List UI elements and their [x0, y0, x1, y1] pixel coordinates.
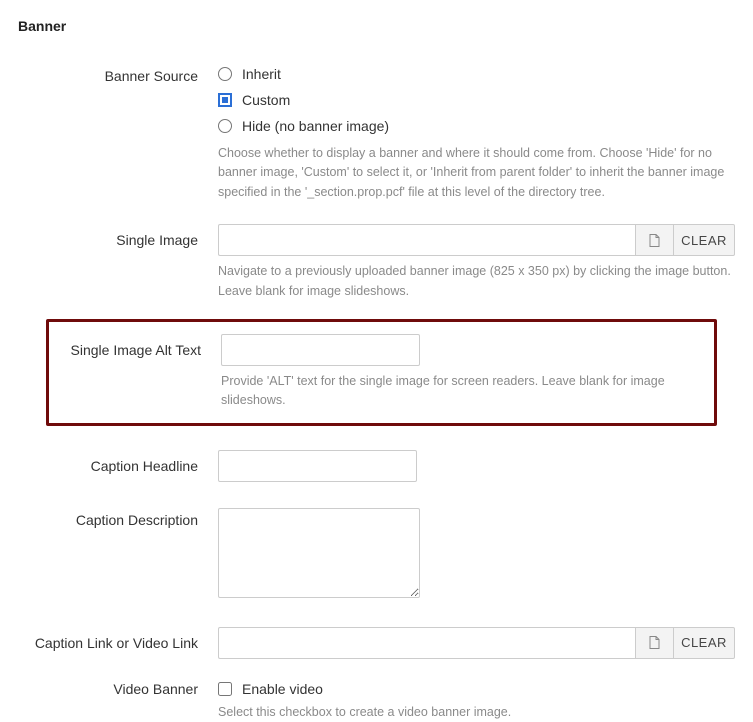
caption-link-input[interactable] — [218, 627, 635, 659]
field-banner-source: Inherit Custom Hide (no banner image) Ch… — [218, 66, 735, 202]
radio-custom-label: Custom — [242, 92, 290, 108]
row-caption-description: Caption Description — [18, 508, 735, 601]
highlight-single-image-alt: Single Image Alt Text Provide 'ALT' text… — [46, 319, 717, 426]
radio-custom[interactable] — [218, 93, 232, 107]
video-banner-check-row: Enable video — [218, 681, 735, 697]
caption-link-input-group: CLEAR — [218, 627, 735, 659]
radio-custom-row: Custom — [218, 92, 735, 108]
label-caption-description: Caption Description — [18, 508, 218, 528]
single-image-input-group: CLEAR — [218, 224, 735, 256]
caption-headline-input[interactable] — [218, 450, 417, 482]
label-banner-source: Banner Source — [18, 66, 218, 84]
radio-inherit[interactable] — [218, 67, 232, 81]
label-caption-link: Caption Link or Video Link — [18, 627, 218, 651]
field-caption-link: CLEAR — [218, 627, 735, 659]
row-banner-source: Banner Source Inherit Custom Hide (no ba… — [18, 66, 735, 202]
radio-inherit-row: Inherit — [218, 66, 735, 82]
row-video-banner: Video Banner Enable video Select this ch… — [18, 681, 735, 722]
radio-hide-row: Hide (no banner image) — [218, 118, 735, 134]
field-single-image-alt: Provide 'ALT' text for the single image … — [221, 334, 700, 411]
single-image-input[interactable] — [218, 224, 635, 256]
help-single-image: Navigate to a previously uploaded banner… — [218, 262, 735, 301]
video-banner-checkbox[interactable] — [218, 682, 232, 696]
field-caption-description — [218, 508, 735, 601]
single-image-alt-input[interactable] — [221, 334, 420, 366]
section-title: Banner — [18, 18, 735, 34]
radio-inherit-label: Inherit — [242, 66, 281, 82]
single-image-clear-button[interactable]: CLEAR — [673, 224, 735, 256]
radio-hide-label: Hide (no banner image) — [242, 118, 389, 134]
field-single-image: CLEAR Navigate to a previously uploaded … — [218, 224, 735, 301]
label-single-image-alt: Single Image Alt Text — [49, 334, 221, 358]
label-video-banner: Video Banner — [18, 681, 218, 697]
label-caption-headline: Caption Headline — [18, 450, 218, 474]
file-icon — [649, 636, 660, 649]
field-video-banner: Enable video Select this checkbox to cre… — [218, 681, 735, 722]
caption-link-clear-button[interactable]: CLEAR — [673, 627, 735, 659]
caption-link-browse-button[interactable] — [635, 627, 673, 659]
single-image-browse-button[interactable] — [635, 224, 673, 256]
row-caption-headline: Caption Headline — [18, 450, 735, 482]
help-video-banner: Select this checkbox to create a video b… — [218, 703, 735, 722]
field-caption-headline — [218, 450, 735, 482]
video-banner-checkbox-label: Enable video — [242, 681, 323, 697]
radio-hide[interactable] — [218, 119, 232, 133]
help-single-image-alt: Provide 'ALT' text for the single image … — [221, 372, 700, 411]
row-caption-link: Caption Link or Video Link CLEAR — [18, 627, 735, 659]
label-single-image: Single Image — [18, 224, 218, 248]
file-icon — [649, 234, 660, 247]
caption-description-input[interactable] — [218, 508, 420, 598]
row-single-image: Single Image CLEAR Navigate to a previou… — [18, 224, 735, 301]
help-banner-source: Choose whether to display a banner and w… — [218, 144, 735, 202]
row-single-image-alt: Single Image Alt Text Provide 'ALT' text… — [49, 334, 700, 411]
